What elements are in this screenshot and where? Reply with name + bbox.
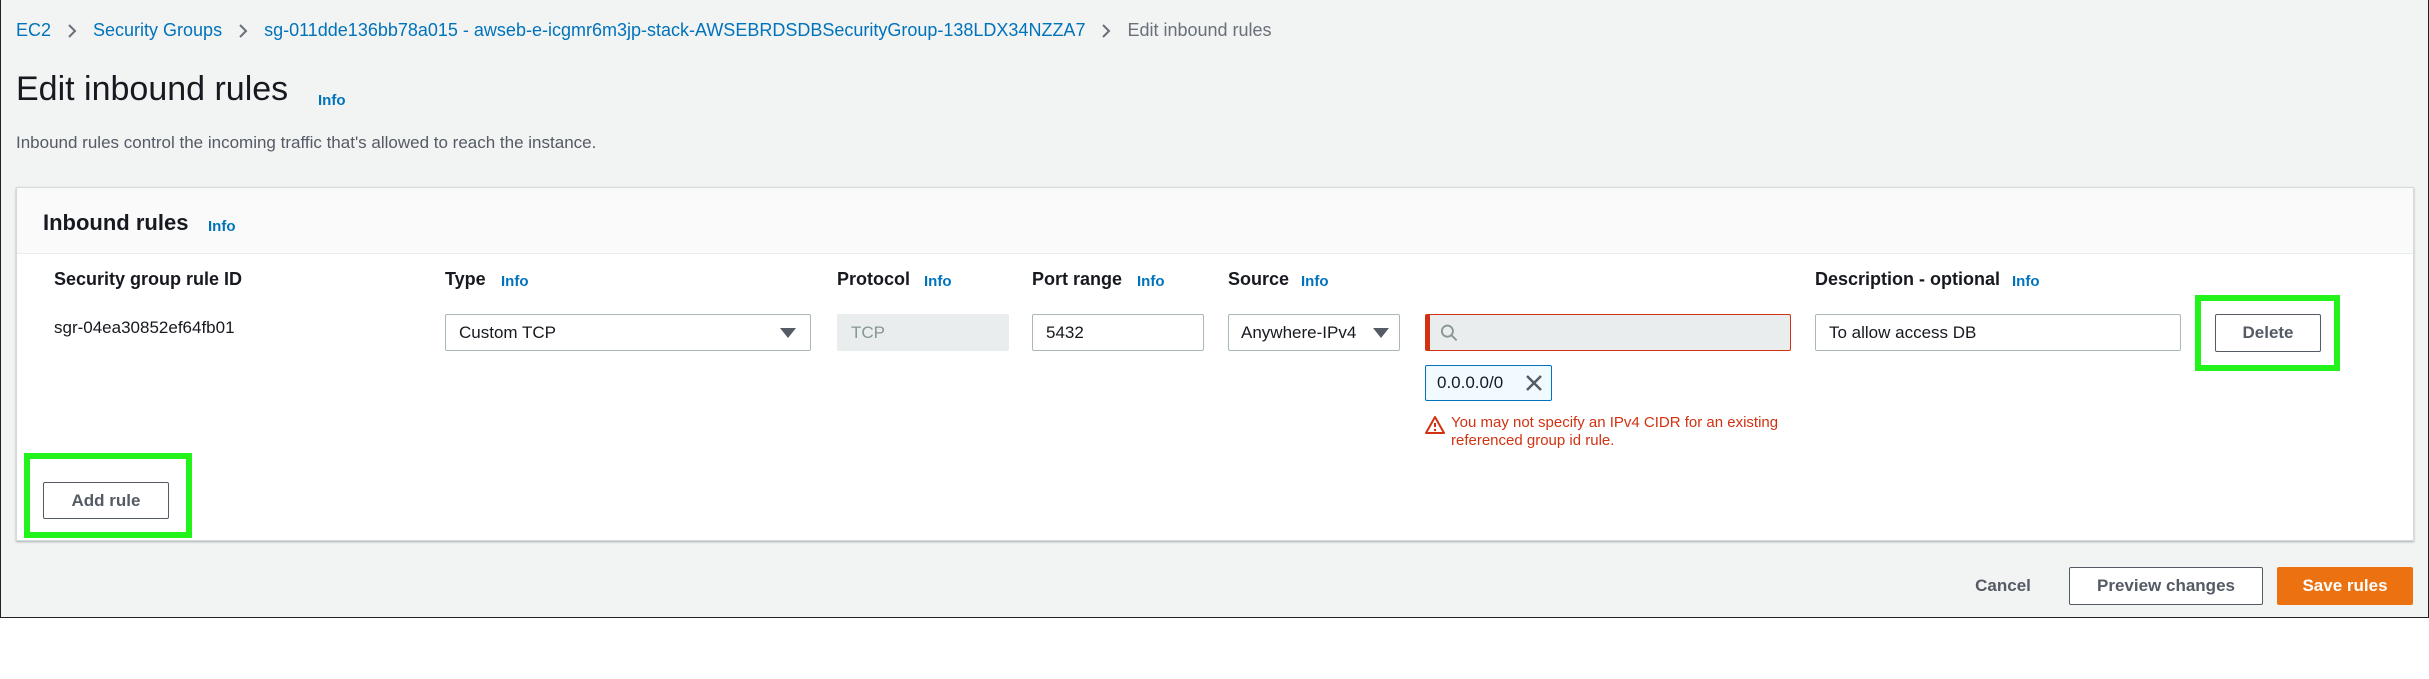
chevron-right-icon <box>1085 20 1127 41</box>
panel-title: Inbound rules <box>43 210 189 235</box>
breadcrumb-current: Edit inbound rules <box>1127 19 1272 40</box>
cidr-token-label: 0.0.0.0/0 <box>1437 373 1504 392</box>
save-rules-button[interactable]: Save rules <box>2277 567 2413 605</box>
page-info-link[interactable]: Info <box>318 92 346 109</box>
chevron-right-icon <box>51 20 93 41</box>
protocol-value: TCP <box>851 322 885 342</box>
port-range-value: 5432 <box>1046 322 1084 342</box>
cidr-token: 0.0.0.0/0 <box>1425 365 1552 401</box>
source-select-value: Anywhere-IPv4 <box>1241 322 1357 342</box>
chevron-right-icon <box>222 20 264 41</box>
port-range-input[interactable]: 5432 <box>1032 314 1204 351</box>
source-select[interactable]: Anywhere-IPv4 <box>1228 314 1400 351</box>
delete-highlight-box <box>2195 295 2340 371</box>
protocol-info-link[interactable]: Info <box>924 273 952 290</box>
type-select[interactable]: Custom TCP <box>445 314 811 351</box>
description-info-link[interactable]: Info <box>2012 273 2040 290</box>
col-header-source: Source <box>1228 269 1290 289</box>
warning-icon <box>1425 416 1445 434</box>
type-select-value: Custom TCP <box>459 322 556 342</box>
type-info-link[interactable]: Info <box>501 273 529 290</box>
source-search-field[interactable] <box>1466 322 1790 343</box>
col-header-type: Type <box>445 269 486 289</box>
description-value: To allow access DB <box>1829 322 1977 342</box>
page-title: Edit inbound rules <box>16 70 289 108</box>
cancel-button[interactable]: Cancel <box>1961 568 2045 604</box>
col-header-port-range: Port range <box>1032 269 1123 289</box>
col-header-description: Description - optional <box>1815 269 2001 289</box>
col-header-rule-id: Security group rule ID <box>54 269 243 289</box>
breadcrumb-security-groups-link[interactable]: Security Groups <box>93 20 222 41</box>
caret-down-icon <box>780 328 796 338</box>
breadcrumb: EC2 Security Groups sg-011dde136bb78a015… <box>16 17 1272 43</box>
breadcrumb-ec2-link[interactable]: EC2 <box>16 20 51 41</box>
page-description: Inbound rules control the incoming traff… <box>16 133 597 152</box>
breadcrumb-security-group-link[interactable]: sg-011dde136bb78a015 - awseb-e-icgmr6m3j… <box>264 20 1085 41</box>
col-header-protocol: Protocol <box>837 269 911 289</box>
caret-down-icon <box>1373 328 1389 338</box>
console-page: EC2 Security Groups sg-011dde136bb78a015… <box>0 0 2429 618</box>
protocol-field: TCP <box>837 314 1009 351</box>
source-info-link[interactable]: Info <box>1301 273 1329 290</box>
rule-id: sgr-04ea30852ef64fb01 <box>54 318 235 337</box>
description-input[interactable]: To allow access DB <box>1815 314 2181 351</box>
source-error-message: You may not specify an IPv4 CIDR for an … <box>1425 414 1805 450</box>
panel-info-link[interactable]: Info <box>208 218 236 235</box>
close-icon[interactable] <box>1523 372 1545 394</box>
search-icon <box>1440 324 1458 341</box>
add-rule-highlight-box <box>24 453 192 538</box>
source-search-input[interactable] <box>1425 314 1791 351</box>
panel-header: Inbound rules Info <box>17 188 2413 254</box>
inbound-rules-panel: Inbound rules Info Security group rule I… <box>16 187 2414 541</box>
preview-changes-button[interactable]: Preview changes <box>2069 567 2263 605</box>
port-range-info-link[interactable]: Info <box>1137 273 1165 290</box>
source-error-text: You may not specify an IPv4 CIDR for an … <box>1451 414 1779 449</box>
